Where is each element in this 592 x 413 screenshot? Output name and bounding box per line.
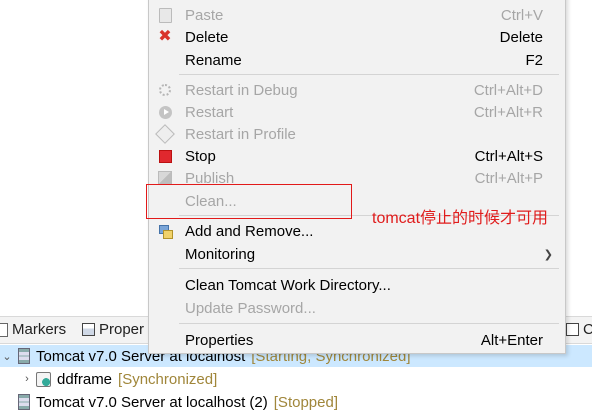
menu-item-monitoring[interactable]: Monitoring ❯ (149, 243, 565, 265)
chevron-right-icon[interactable]: › (20, 373, 34, 385)
stop-icon (158, 149, 172, 163)
project-icon (36, 371, 51, 387)
server-icon (18, 348, 30, 364)
menu-item-restart-profile[interactable]: Restart in Profile (149, 123, 565, 145)
menu-item-stop[interactable]: Stop Ctrl+Alt+S (149, 145, 565, 167)
server-row-tomcat-2[interactable]: Tomcat v7.0 Server at localhost (2) [Sto… (0, 391, 592, 413)
tab-console-label: C (583, 321, 592, 338)
annotation-note: tomcat停止的时候才可用 (372, 210, 549, 227)
menu-separator (179, 323, 559, 324)
profile-icon (155, 124, 175, 144)
chevron-right-icon: ❯ (543, 248, 553, 261)
paste-icon (158, 7, 172, 23)
debug-icon (158, 83, 172, 97)
module-name: ddframe (57, 370, 113, 388)
tab-properties[interactable]: Proper (82, 321, 144, 338)
annotation-highlight-box (146, 184, 352, 219)
menu-item-update-password[interactable]: Update Password... (149, 297, 565, 319)
console-icon (566, 323, 579, 336)
menu-item-restart-debug[interactable]: Restart in Debug Ctrl+Alt+D (149, 79, 565, 101)
tab-console[interactable]: C (566, 321, 592, 338)
menu-item-rename[interactable]: Rename F2 (149, 49, 565, 71)
module-status: [Synchronized] (118, 370, 218, 388)
menu-item-delete[interactable]: ✖ Delete Delete (149, 26, 565, 48)
menu-item-restart[interactable]: Restart Ctrl+Alt+R (149, 101, 565, 123)
menu-item-clean-work-dir[interactable]: Clean Tomcat Work Directory... (149, 274, 565, 296)
add-remove-icon (158, 224, 173, 239)
restart-icon (158, 105, 172, 119)
tab-properties-label: Proper (99, 321, 145, 338)
markers-icon (0, 322, 8, 337)
menu-item-properties[interactable]: Properties Alt+Enter (149, 329, 565, 351)
delete-icon: ✖ (158, 28, 172, 45)
module-row-ddframe[interactable]: › ddframe [Synchronized] (0, 368, 592, 390)
properties-icon (82, 323, 95, 336)
tab-markers[interactable]: Markers (0, 321, 66, 338)
menu-separator (179, 268, 559, 269)
menu-separator (179, 74, 559, 75)
publish-icon (158, 171, 172, 185)
chevron-down-icon[interactable]: ⌄ (0, 350, 14, 363)
context-menu: Paste Ctrl+V ✖ Delete Delete Rename F2 R… (148, 0, 566, 354)
menu-item-paste[interactable]: Paste Ctrl+V (149, 4, 565, 26)
tab-markers-label: Markers (12, 321, 67, 338)
